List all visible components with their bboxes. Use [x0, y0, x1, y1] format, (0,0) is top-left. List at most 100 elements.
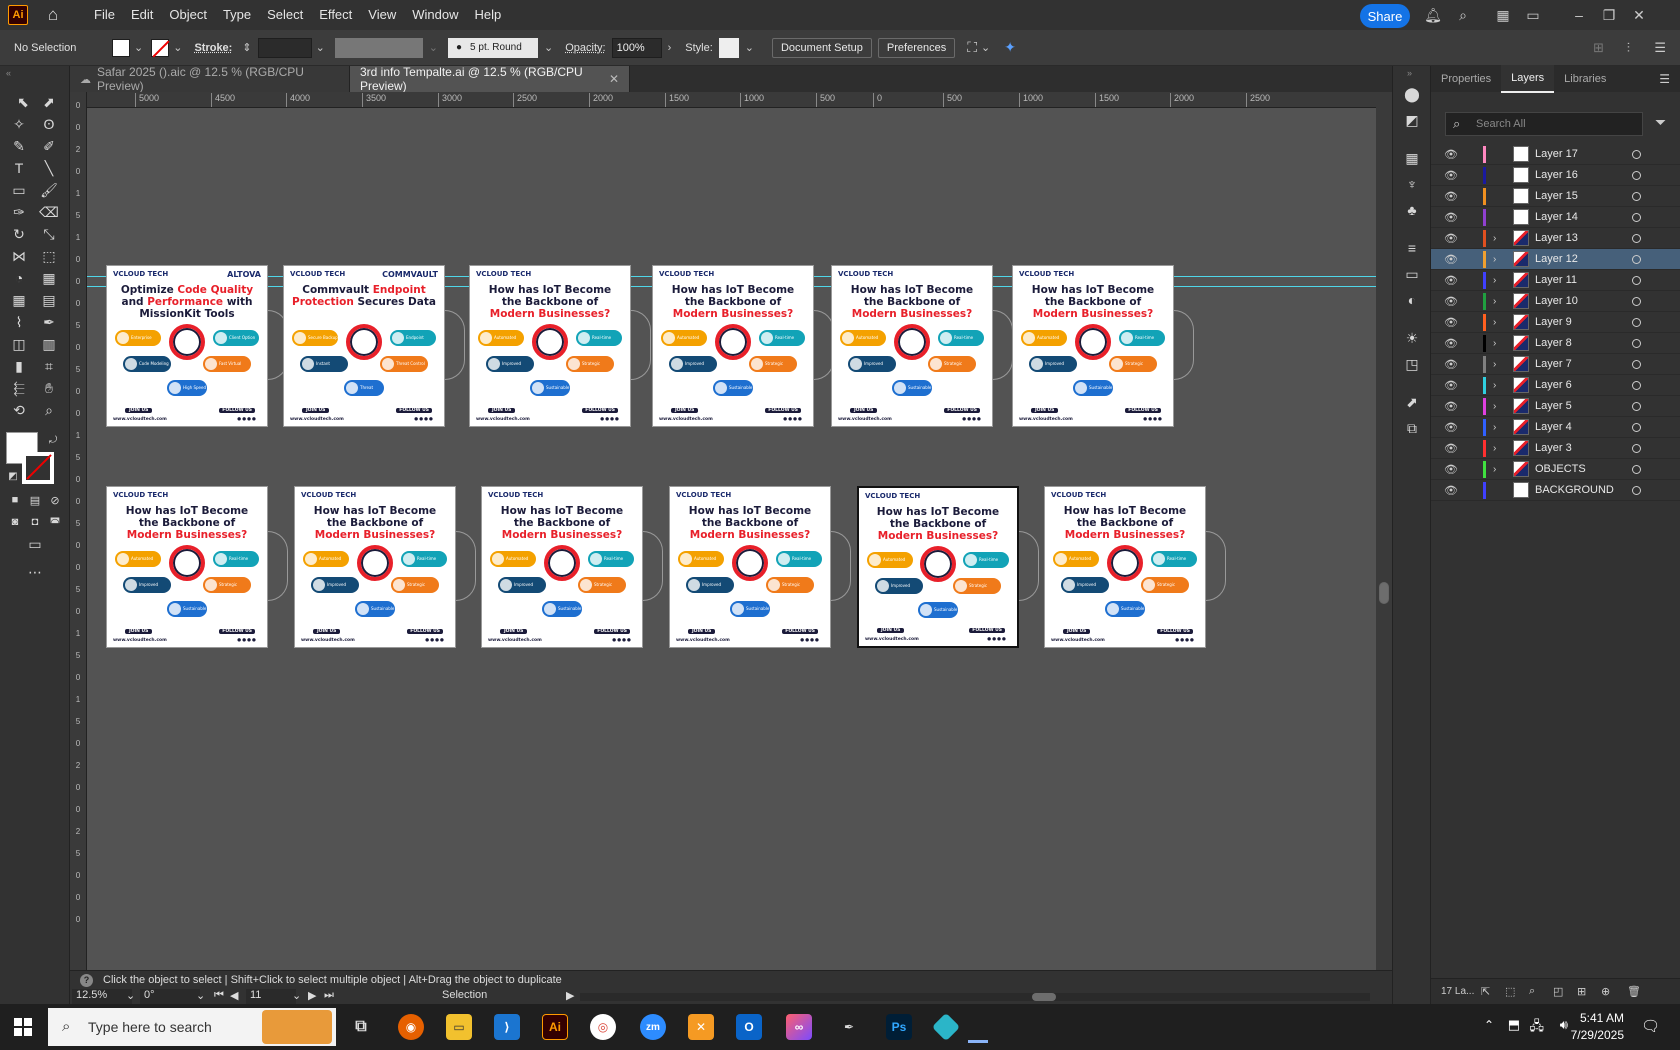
- visibility-eye-icon[interactable]: 👁︎: [1443, 316, 1459, 329]
- task-view-icon[interactable]: ⧉: [348, 1014, 374, 1040]
- visibility-eye-icon[interactable]: 👁︎: [1443, 253, 1459, 266]
- draw-inside-icon[interactable]: ◚: [44, 512, 66, 532]
- width-tool-icon[interactable]: ⋈: [8, 246, 30, 266]
- layer-row[interactable]: 👁︎ Layer 14: [1431, 207, 1680, 228]
- curvature-tool-icon[interactable]: ✐: [38, 136, 60, 156]
- brush-definition[interactable]: ● 5 pt. Round: [448, 37, 538, 58]
- layer-name[interactable]: Layer 11: [1535, 274, 1577, 286]
- chevron-down-icon[interactable]: ⌄: [316, 41, 325, 54]
- panel-menu-icon[interactable]: ☰: [1659, 72, 1670, 86]
- zoom-icon[interactable]: zm: [640, 1014, 666, 1040]
- trash-icon[interactable]: 🗑︎: [1627, 985, 1641, 998]
- file-explorer-icon[interactable]: ▭: [446, 1014, 472, 1040]
- layer-target-icon[interactable]: [1632, 317, 1641, 327]
- expand-chevron-icon[interactable]: ›: [1493, 464, 1496, 475]
- menu-window[interactable]: Window: [404, 0, 466, 30]
- notification-icon[interactable]: 🗨︎: [1641, 1017, 1660, 1035]
- layer-name[interactable]: Layer 4: [1535, 421, 1572, 433]
- layer-name[interactable]: Layer 14: [1535, 211, 1578, 223]
- layer-row[interactable]: 👁︎ › Layer 9: [1431, 312, 1680, 333]
- layer-target-icon[interactable]: [1632, 296, 1641, 306]
- visibility-eye-icon[interactable]: 👁︎: [1443, 190, 1459, 203]
- xampp-icon[interactable]: ✕: [688, 1014, 714, 1040]
- windows-start-icon[interactable]: [14, 1018, 32, 1036]
- menu-object[interactable]: Object: [161, 0, 215, 30]
- visibility-eye-icon[interactable]: 👁︎: [1443, 358, 1459, 371]
- first-artboard-icon[interactable]: ⏮: [214, 989, 224, 1002]
- menu-view[interactable]: View: [360, 0, 404, 30]
- align-icon[interactable]: ⛶: [967, 39, 977, 56]
- layer-row[interactable]: 👁︎ Layer 17: [1431, 144, 1680, 165]
- graphic-styles-icon[interactable]: ▦: [1401, 148, 1423, 168]
- layer-target-icon[interactable]: [1632, 275, 1641, 285]
- rectangle-tool-icon[interactable]: ▭: [8, 180, 30, 200]
- layer-row[interactable]: 👁︎ Layer 15: [1431, 186, 1680, 207]
- menu-file[interactable]: File: [86, 0, 123, 30]
- preferences-button[interactable]: Preferences: [877, 37, 956, 58]
- menu-type[interactable]: Type: [215, 0, 259, 30]
- close-icon[interactable]: ✕: [1628, 5, 1650, 25]
- visibility-eye-icon[interactable]: 👁︎: [1443, 484, 1459, 497]
- layers-search-input[interactable]: Search All: [1445, 112, 1643, 136]
- collect-export-icon[interactable]: ⇱: [1481, 985, 1490, 998]
- stroke-stepper[interactable]: ⇕: [242, 41, 251, 54]
- artboard[interactable]: VCLOUD TECH How has IoT Become the Backbo…: [294, 486, 456, 648]
- visibility-eye-icon[interactable]: 👁︎: [1443, 337, 1459, 350]
- layer-name[interactable]: Layer 9: [1535, 316, 1572, 328]
- menu-select[interactable]: Select: [259, 0, 311, 30]
- expand-chevron-icon[interactable]: ›: [1493, 443, 1496, 454]
- layer-name[interactable]: BACKGROUND: [1535, 484, 1614, 496]
- artboard[interactable]: VCLOUD TECH ALTOVA Optimize Code Quality a…: [106, 265, 268, 427]
- layer-target-icon[interactable]: [1632, 422, 1641, 432]
- layer-row[interactable]: 👁︎ › Layer 12: [1431, 249, 1680, 270]
- layer-name[interactable]: Layer 7: [1535, 358, 1572, 370]
- chevron-down-icon[interactable]: ⌄: [126, 989, 135, 1002]
- photoshop-icon[interactable]: Ps: [886, 1014, 912, 1040]
- artboard[interactable]: VCLOUD TECH COMMVAULT Commvault Endpoint P…: [283, 265, 445, 427]
- visibility-eye-icon[interactable]: 👁︎: [1443, 463, 1459, 476]
- visibility-eye-icon[interactable]: 👁︎: [1443, 232, 1459, 245]
- clipping-mask-icon[interactable]: ◰: [1553, 985, 1563, 998]
- visibility-eye-icon[interactable]: 👁︎: [1443, 169, 1459, 182]
- line-tool-icon[interactable]: ╲: [38, 158, 60, 178]
- layer-target-icon[interactable]: [1632, 149, 1641, 159]
- expand-chevron-icon[interactable]: ›: [1493, 359, 1496, 370]
- visibility-eye-icon[interactable]: 👁︎: [1443, 379, 1459, 392]
- volume-icon[interactable]: 🔊︎: [1560, 1017, 1568, 1033]
- visibility-eye-icon[interactable]: 👁︎: [1443, 211, 1459, 224]
- artboard[interactable]: VCLOUD TECH How has IoT Become the Backbo…: [469, 265, 631, 427]
- zoom-field[interactable]: 12.5%: [72, 989, 132, 1005]
- links-icon[interactable]: ⧉: [1401, 418, 1423, 438]
- expand-chevron-icon[interactable]: ›: [1493, 233, 1496, 244]
- artboard-tool-icon[interactable]: ⬱: [8, 378, 30, 398]
- layer-target-icon[interactable]: [1632, 233, 1641, 243]
- layer-name[interactable]: Layer 6: [1535, 379, 1572, 391]
- panel-menu-icon[interactable]: ☰: [1654, 40, 1666, 56]
- gradient-panel-icon[interactable]: ▭: [1401, 264, 1423, 284]
- paintbrush-tool-icon[interactable]: 🖌︎: [38, 180, 60, 200]
- more-tools-icon[interactable]: ⋯: [24, 562, 46, 582]
- layer-name[interactable]: Layer 15: [1535, 190, 1578, 202]
- menu-effect[interactable]: Effect: [311, 0, 360, 30]
- vertical-ruler[interactable]: 0 0 2 0 1 5 1 0 0 0 5 0 5 0 0 1 5 0 0 5 0 0 5 0 1 5 0 1 5 0 2 0 0 2 5 0 0 0: [70, 92, 87, 970]
- tray-up-icon[interactable]: ⌃: [1484, 1018, 1494, 1032]
- creative-cloud-icon[interactable]: ∞: [786, 1014, 812, 1040]
- restore-icon[interactable]: ❐: [1598, 5, 1620, 25]
- visibility-eye-icon[interactable]: 👁︎: [1443, 148, 1459, 161]
- artboard[interactable]: VCLOUD TECH How has IoT Become the Backbo…: [857, 486, 1019, 648]
- draw-normal-icon[interactable]: ◙: [4, 512, 26, 532]
- system-clock[interactable]: 5:41 AM 7/29/2025: [1571, 1010, 1624, 1044]
- color-mode-icon[interactable]: ■: [4, 490, 26, 510]
- network-icon[interactable]: 🖧︎: [1530, 1017, 1545, 1039]
- brushes-panel-icon[interactable]: ◩: [1401, 110, 1423, 130]
- export-icon[interactable]: ⬚: [1505, 985, 1515, 998]
- stroke-swatch[interactable]: [151, 38, 170, 57]
- align-objects-icon[interactable]: ⫶: [1627, 40, 1630, 56]
- minimize-icon[interactable]: –: [1568, 5, 1590, 25]
- generative-icon[interactable]: ✦: [1004, 39, 1016, 56]
- artboard[interactable]: VCLOUD TECH How has IoT Become the Backbo…: [669, 486, 831, 648]
- layer-target-icon[interactable]: [1632, 338, 1641, 348]
- transparency-panel-icon[interactable]: ◐: [1401, 290, 1423, 310]
- search-icon[interactable]: ⌕: [1452, 5, 1474, 25]
- artboard[interactable]: VCLOUD TECH How has IoT Become the Backbo…: [481, 486, 643, 648]
